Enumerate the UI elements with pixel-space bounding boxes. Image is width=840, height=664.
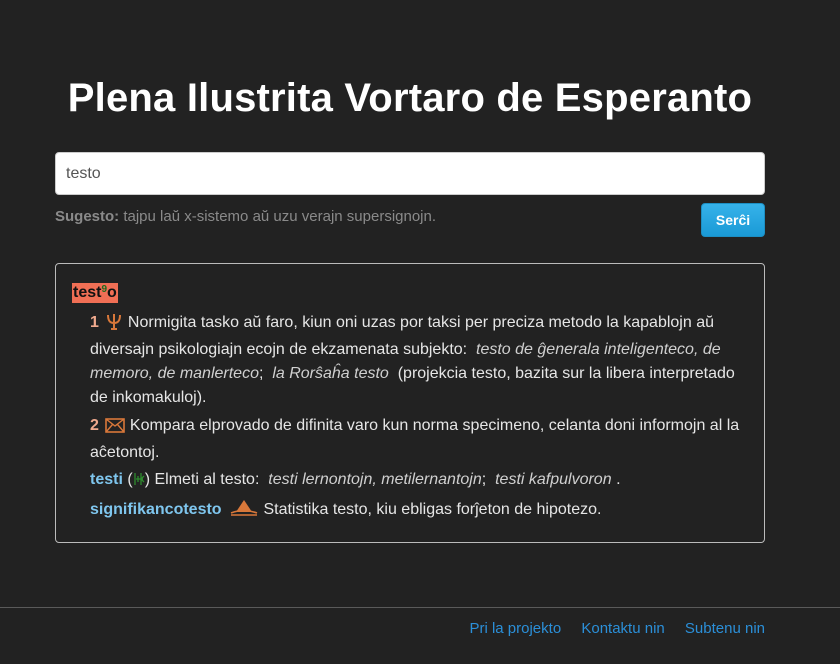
search-button[interactable]: Serĉi <box>701 203 765 237</box>
footer-link-support[interactable]: Subtenu nin <box>685 620 765 637</box>
sense-2-text: Kompara elprovado de difinita varo kun n… <box>90 417 740 461</box>
hint-label: Sugesto: <box>55 208 120 225</box>
sense-1-example-2: la Rorŝaĥa testo <box>272 365 389 382</box>
derivative-example-2: testi kafpulvoron <box>495 471 612 488</box>
headword-ending: o <box>107 284 117 301</box>
page-title: Plena Ilustrita Vortaro de Esperanto <box>67 76 753 120</box>
envelope-icon[interactable] <box>105 417 125 441</box>
derivative-testi: testi () Elmeti al testo: testi lernonto… <box>90 468 750 495</box>
headword-number: 9 <box>101 284 108 295</box>
article: test9o 1 Normigita tasko aŭ faro, kiun on… <box>55 263 765 543</box>
derivative-signifikancotesto: signifikancotesto Statistika testo, kiu … <box>90 498 750 525</box>
derivative-word[interactable]: testi <box>90 471 123 488</box>
derivative-text: Elmeti al testo: <box>154 471 260 488</box>
derivative-example-1: testi lernontojn, metilernantojn <box>268 471 482 488</box>
derivative-text: Statistika testo, kiu ebligas forĵeton d… <box>263 501 602 518</box>
statistics-icon[interactable] <box>230 499 258 525</box>
sense-2: 2 Kompara elprovado de difinita varo kun … <box>90 414 750 465</box>
sense-number: 2 <box>90 417 99 434</box>
footer-divider <box>0 607 840 608</box>
hint-text: tajpu laŭ x-sistemo aŭ uzu verajn supers… <box>123 208 437 225</box>
footer-link-about[interactable]: Pri la projekto <box>469 620 561 637</box>
headword[interactable]: test9o <box>72 283 118 303</box>
derivative-word[interactable]: signifikancotesto <box>90 501 222 518</box>
page: Plena Ilustrita Vortaro de Esperanto Sug… <box>0 0 840 664</box>
sense-number: 1 <box>90 314 99 331</box>
footer-links: Pri la projekto Kontaktu nin Subtenu nin <box>453 620 765 637</box>
transitive-verb-icon[interactable] <box>133 471 145 495</box>
separator: ; <box>481 471 487 488</box>
footer-link-contact[interactable]: Kontaktu nin <box>581 620 664 637</box>
search-input[interactable] <box>55 152 765 195</box>
sense-1: 1 Normigita tasko aŭ faro, kiun oni uzas … <box>90 311 750 410</box>
separator: ; <box>258 365 264 382</box>
search-hint: Sugesto: tajpu laŭ x-sistemo aŭ uzu vera… <box>55 208 436 225</box>
headword-root: test <box>73 284 102 301</box>
derivative-end: . <box>616 471 621 488</box>
paren-close: ) <box>144 471 151 488</box>
psi-icon[interactable] <box>105 313 123 338</box>
